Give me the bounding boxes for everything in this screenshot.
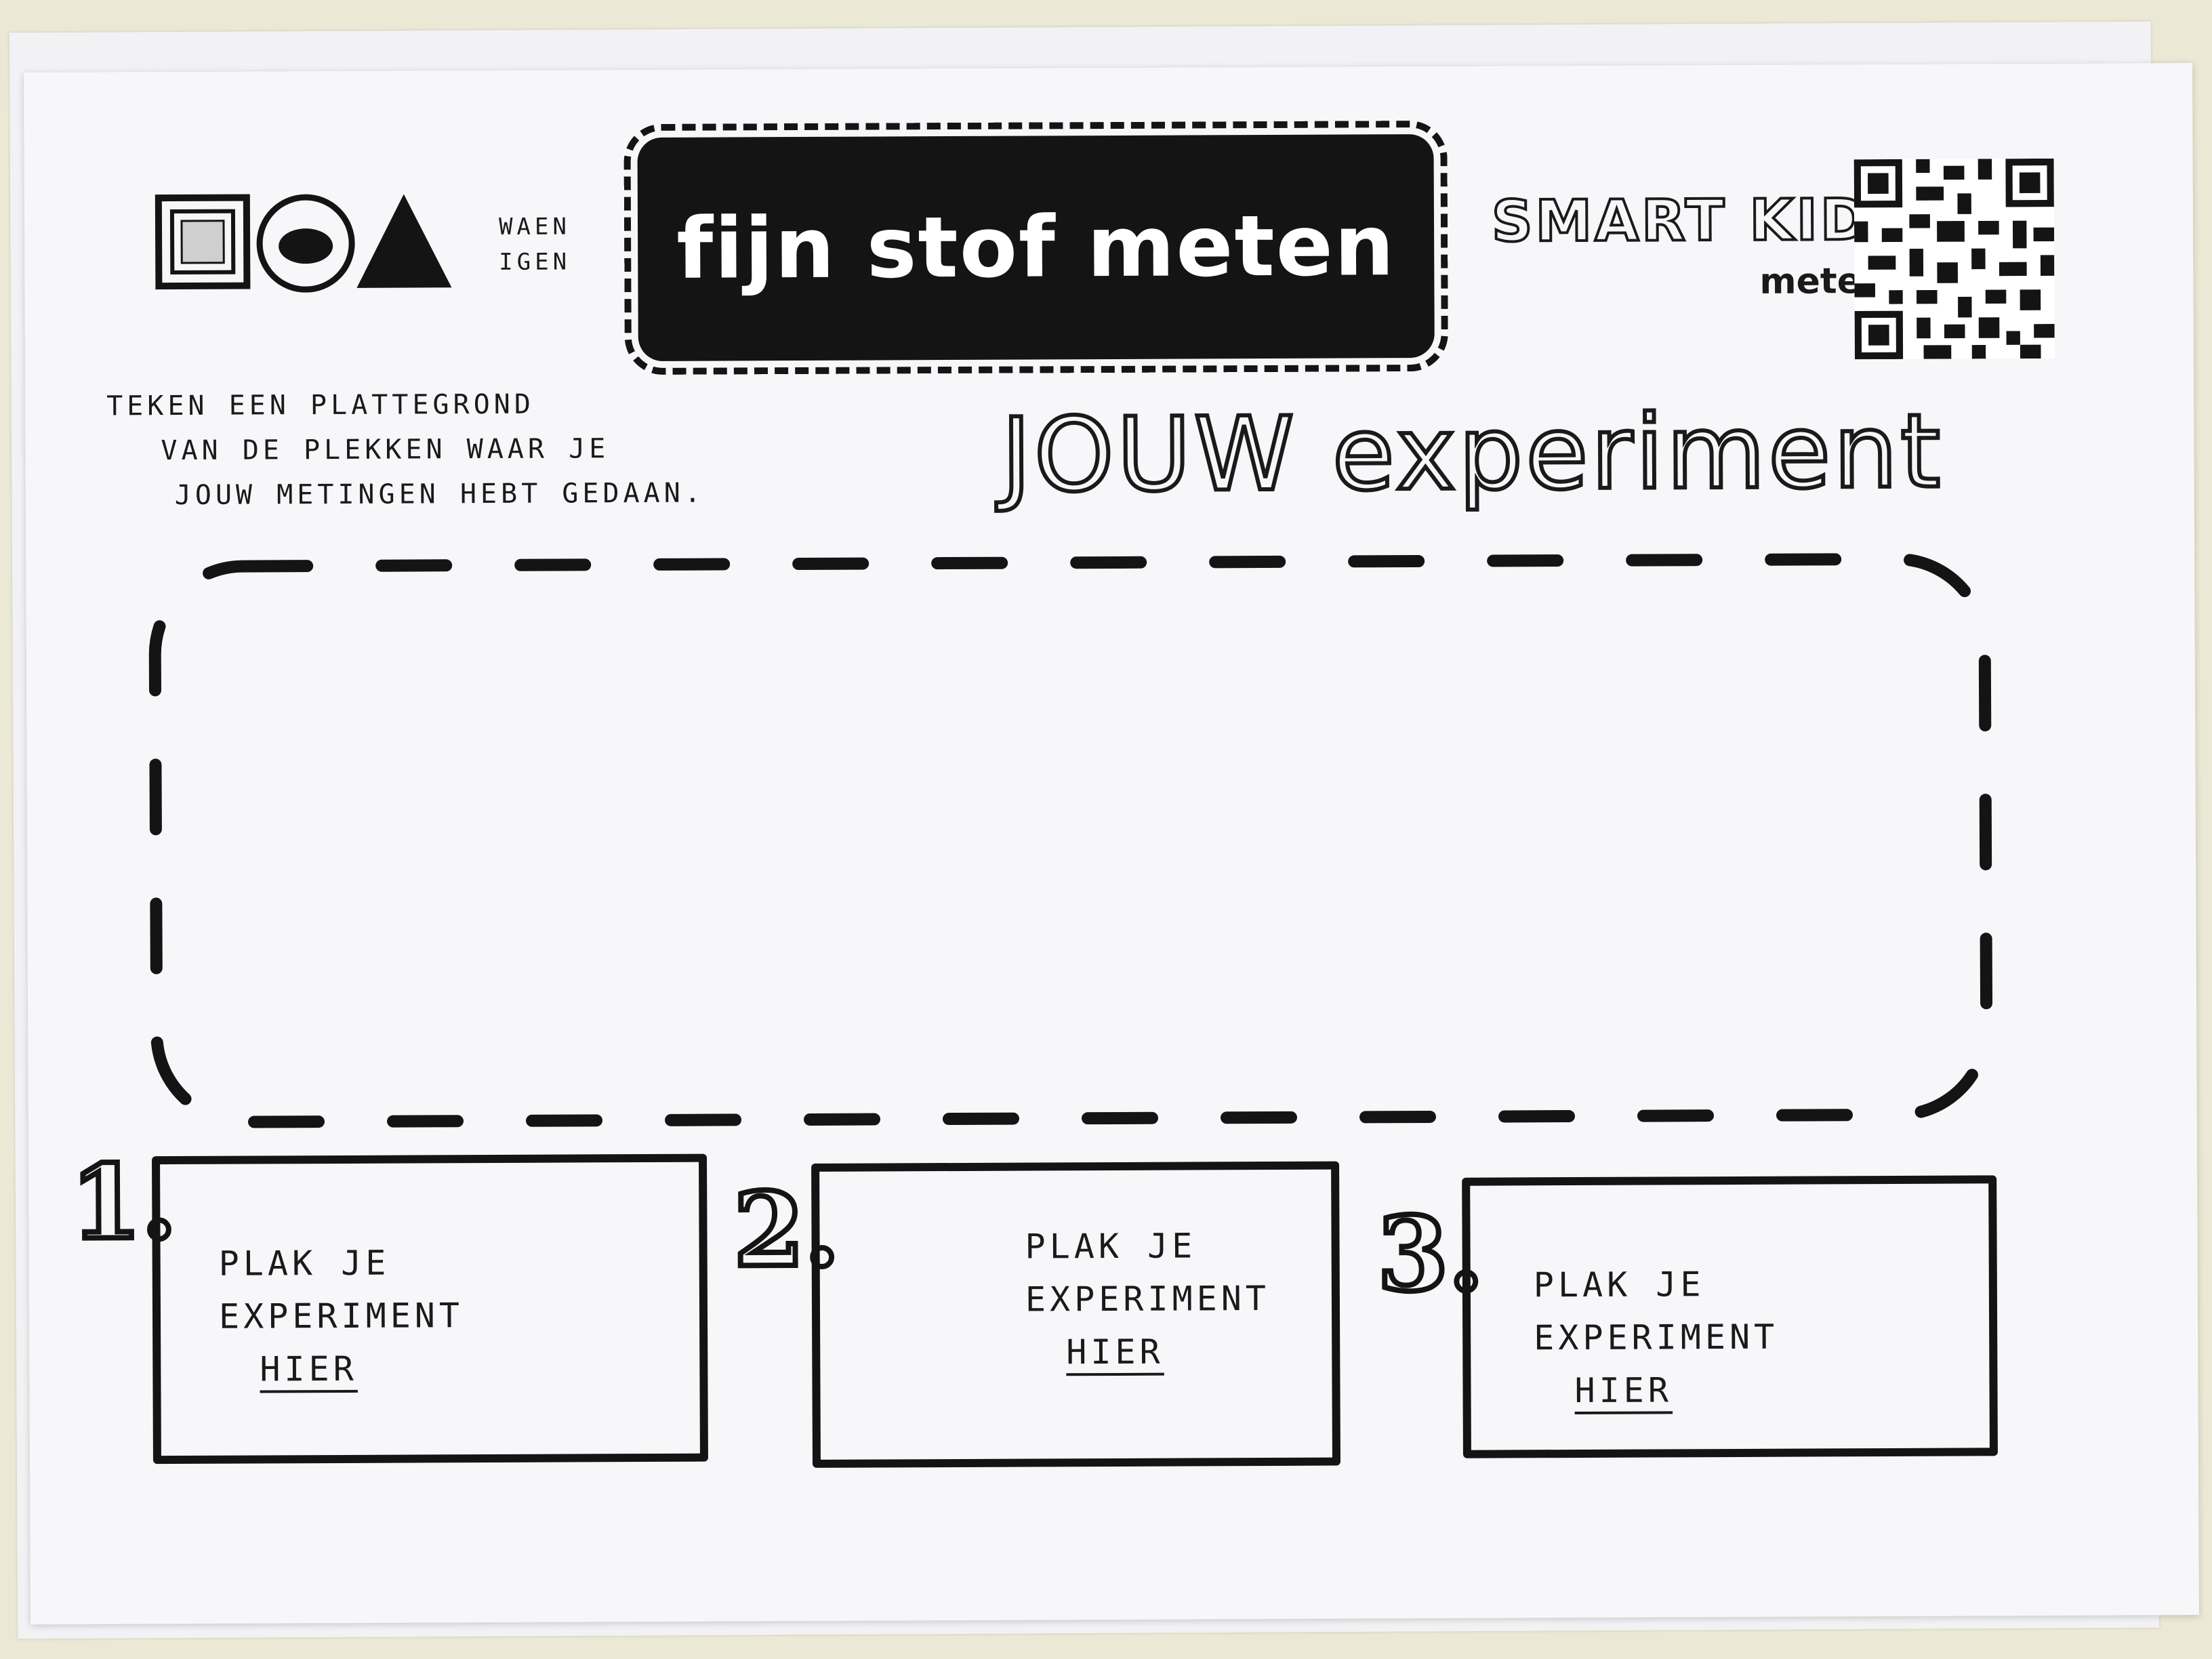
paste-box-2-text: PLAK JE EXPERIMENT HIER	[1025, 1219, 1270, 1379]
instruction-line-3: JOUW METINGEN HEBT GEDAAN.	[174, 477, 705, 512]
instruction-line-2: VAN DE PLEKKEN WAAR JE	[161, 433, 610, 467]
paste-label-line-1: PLAK JE	[1533, 1265, 1705, 1305]
paste-label-line-3: HIER	[1574, 1370, 1673, 1411]
paste-label-line-3: HIER	[260, 1349, 358, 1389]
paste-label-line-2: EXPERIMENT	[1534, 1317, 1779, 1358]
square-sensor-icon	[155, 194, 251, 290]
page-title: fijn stof meten	[676, 197, 1396, 298]
instruction-line-1: TEKEN EEN PLATTEGROND	[106, 388, 535, 422]
header-icons	[155, 194, 452, 293]
paste-box-3-text: PLAK JE EXPERIMENT HIER	[1534, 1258, 1779, 1418]
paste-label-line-1: PLAK JE	[218, 1243, 390, 1284]
circle-particles-icon	[256, 194, 355, 293]
qr-code-icon	[1853, 158, 2055, 360]
paste-box-1-text: PLAK JE EXPERIMENT HIER	[219, 1236, 464, 1396]
paste-label-line-2: EXPERIMENT	[218, 1296, 464, 1336]
header-hint-text: WAEN IGEN	[499, 209, 571, 279]
brand-name: SMART KIDS	[1490, 185, 1916, 256]
title-banner: fijn stof meten	[623, 120, 1448, 375]
hint-line-2: IGEN	[499, 248, 571, 276]
hint-line-1: WAEN	[498, 213, 571, 241]
paste-label-line-3: HIER	[1066, 1332, 1164, 1372]
brand-subtitle: mete	[1759, 261, 1862, 302]
section-subtitle: JOUW experiment	[999, 391, 1945, 517]
paste-label-line-1: PLAK JE	[1025, 1226, 1197, 1267]
worksheet: WAEN IGEN fijn stof meten SMART KIDS met…	[24, 63, 2199, 1624]
map-instruction: TEKEN EEN PLATTEGROND VAN DE PLEKKEN WAA…	[106, 380, 920, 518]
map-drawing-area[interactable]	[134, 538, 2007, 1143]
paste-label-line-2: EXPERIMENT	[1025, 1278, 1271, 1319]
triangle-icon	[356, 194, 452, 288]
